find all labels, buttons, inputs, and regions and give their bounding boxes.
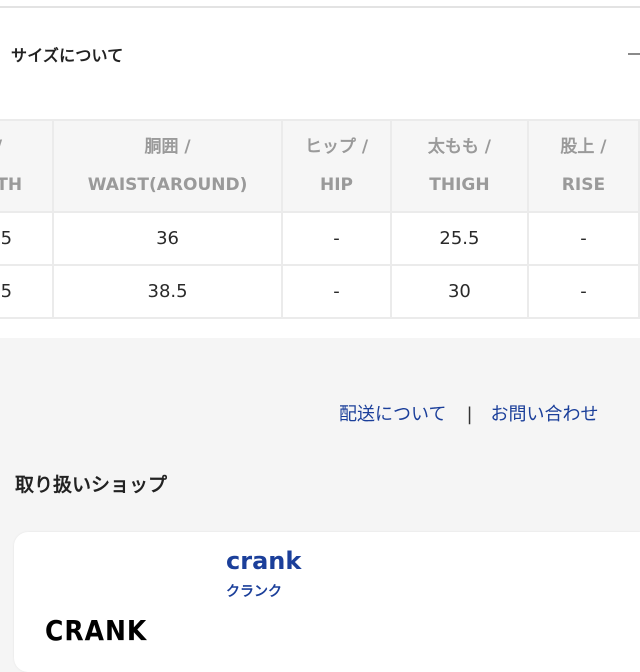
table-header-row: / TH 胴囲 / WAIST(AROUND) ヒップ / HIP 太もも / … <box>0 119 640 213</box>
header-thigh: 太もも / THIGH <box>389 119 529 213</box>
size-section-title[interactable]: サイズについて <box>11 42 123 66</box>
header-jp: 胴囲 / <box>144 137 191 157</box>
table-cell: 30 <box>389 264 529 319</box>
table-cell: 36 <box>52 211 283 266</box>
header-hip: ヒップ / HIP <box>281 119 392 213</box>
header-en: RISE <box>561 175 606 195</box>
shops-heading: 取り扱いショップ <box>15 474 168 496</box>
table-cell: 2.5 <box>0 211 55 266</box>
minus-icon[interactable] <box>628 53 640 55</box>
header-jp: ヒップ / <box>304 137 369 157</box>
table-cell: 25.5 <box>389 211 529 266</box>
size-section: サイズについて / TH 胴囲 / WAIST(AROUND) <box>0 0 640 338</box>
shop-name-kana: クランク <box>226 584 282 600</box>
header-jp: 股上 / <box>560 137 607 157</box>
contact-link[interactable]: お問い合わせ <box>491 404 599 425</box>
table-cell: - <box>526 264 640 319</box>
link-separator: | <box>466 404 473 425</box>
shop-logo: CRANK <box>45 614 148 647</box>
size-table: / TH 胴囲 / WAIST(AROUND) ヒップ / HIP 太もも / … <box>0 119 640 319</box>
table-cell: - <box>281 264 392 319</box>
table-cell: 2.5 <box>0 264 55 319</box>
shipping-link[interactable]: 配送について <box>339 404 446 425</box>
header-jp: / <box>0 128 52 166</box>
table-row: 2.5 36 - 25.5 - <box>0 211 640 266</box>
table-cell: 38.5 <box>52 264 283 319</box>
divider <box>0 6 640 8</box>
table-cell: - <box>281 211 392 266</box>
footer-links: 配送について | お問い合わせ <box>339 400 599 426</box>
header-length: / TH <box>0 119 55 213</box>
header-rise: 股上 / RISE <box>526 119 640 213</box>
table-row: 2.5 38.5 - 30 - <box>0 264 640 319</box>
shop-name[interactable]: crank <box>226 549 301 573</box>
header-en: WAIST(AROUND) <box>87 175 248 195</box>
size-table-container[interactable]: / TH 胴囲 / WAIST(AROUND) ヒップ / HIP 太もも / … <box>0 119 640 319</box>
shop-card[interactable]: CRANK crank クランク <box>14 532 640 672</box>
header-waist: 胴囲 / WAIST(AROUND) <box>52 119 283 213</box>
table-cell: - <box>526 211 640 266</box>
header-en: HIP <box>319 175 353 195</box>
header-jp: 太もも / <box>427 137 491 157</box>
header-en: TH <box>0 175 23 195</box>
header-en: THIGH <box>429 175 490 195</box>
